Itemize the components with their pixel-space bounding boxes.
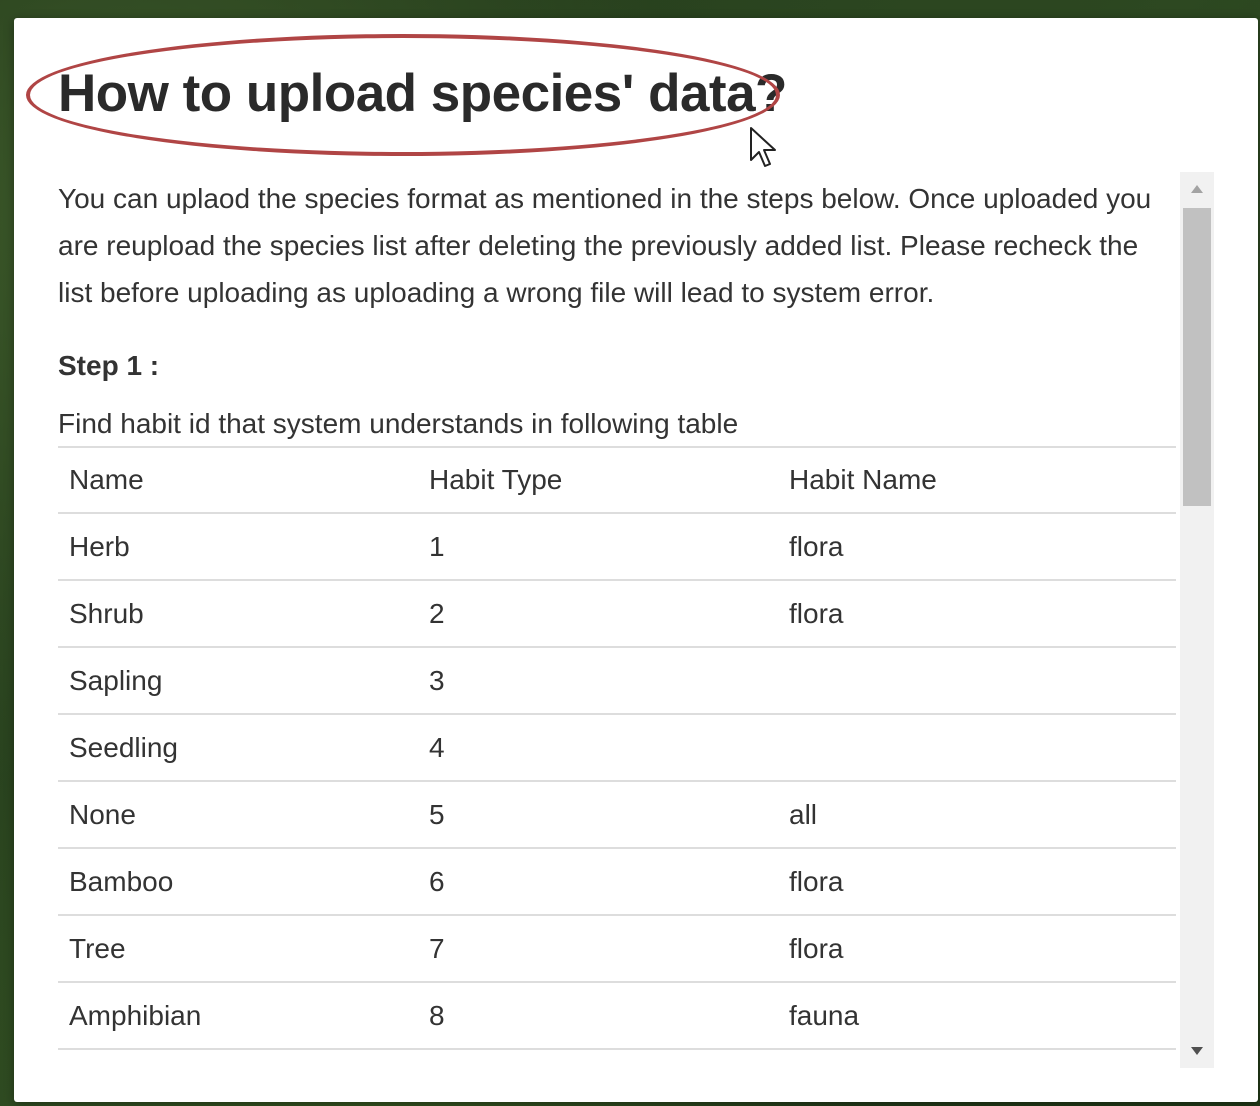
- cell-habit-name: flora: [778, 579, 1176, 647]
- column-header-habit-name: Habit Name: [778, 446, 1176, 513]
- scroll-thumb[interactable]: [1183, 208, 1211, 506]
- cell-habit-type: 1: [418, 512, 778, 580]
- cell-habit-name: flora: [778, 847, 1176, 915]
- upload-help-modal: How to upload species' data? You can upl…: [14, 18, 1258, 1102]
- scroll-up-arrow-icon[interactable]: [1180, 172, 1214, 206]
- cell-name: Seedling: [58, 713, 418, 781]
- column-header-habit-type: Habit Type: [418, 446, 778, 513]
- table-row: Amphibian 8 fauna: [58, 981, 1176, 1050]
- content-scrollbar[interactable]: [1180, 172, 1214, 1068]
- intro-text: You can uplaod the species format as men…: [58, 183, 1152, 308]
- cell-habit-name: flora: [778, 512, 1176, 580]
- cell-habit-name: all: [778, 780, 1176, 848]
- cell-habit-name: [778, 646, 1176, 714]
- column-header-name: Name: [58, 446, 418, 513]
- modal-title: How to upload species' data?: [58, 64, 787, 123]
- table-row: Bamboo 6 flora: [58, 847, 1176, 915]
- table-row: None 5 all: [58, 780, 1176, 848]
- cell-habit-name: flora: [778, 914, 1176, 982]
- table-header-row: Name Habit Type Habit Name: [58, 446, 1176, 513]
- cell-habit-type: 4: [418, 713, 778, 781]
- cell-habit-type: 3: [418, 646, 778, 714]
- table-row: Herb 1 flora: [58, 512, 1176, 580]
- cell-name: Tree: [58, 914, 418, 982]
- cell-habit-type: 5: [418, 780, 778, 848]
- cell-habit-type: 7: [418, 914, 778, 982]
- step-1-label: Step 1 :: [58, 350, 160, 381]
- cell-habit-name: fauna: [778, 981, 1176, 1050]
- cell-habit-type: 8: [418, 981, 778, 1050]
- table-row: Shrub 2 flora: [58, 579, 1176, 647]
- cell-name: None: [58, 780, 418, 848]
- cell-habit-type: 2: [418, 579, 778, 647]
- cell-name: Amphibian: [58, 981, 418, 1050]
- table-row: Seedling 4: [58, 713, 1176, 781]
- cell-name: Sapling: [58, 646, 418, 714]
- cell-name: Bamboo: [58, 847, 418, 915]
- table-row: Sapling 3: [58, 646, 1176, 714]
- cell-habit-type: 6: [418, 847, 778, 915]
- mouse-pointer-icon: [750, 127, 776, 167]
- habit-table: Name Habit Type Habit Name Herb 1 flora …: [58, 446, 1176, 1050]
- modal-content: You can uplaod the species format as men…: [58, 170, 1178, 1060]
- cell-habit-name: [778, 713, 1176, 781]
- step-1-description: Find habit id that system understands in…: [58, 408, 739, 439]
- table-row: Tree 7 flora: [58, 914, 1176, 982]
- cell-name: Herb: [58, 512, 418, 580]
- scroll-down-arrow-icon[interactable]: [1180, 1034, 1214, 1068]
- cell-name: Shrub: [58, 579, 418, 647]
